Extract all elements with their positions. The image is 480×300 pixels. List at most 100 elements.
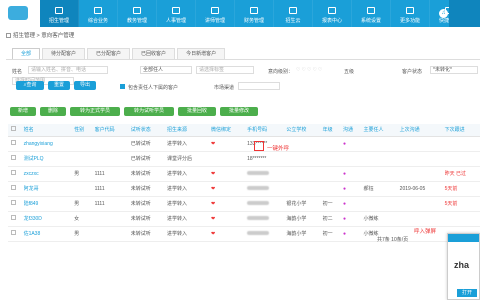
row-checkbox[interactable] — [11, 170, 16, 175]
cell-name[interactable]: zxczxc — [20, 166, 72, 182]
tab-2[interactable]: 已分配客户 — [87, 48, 131, 59]
nav-label: 讲师管理 — [204, 18, 225, 24]
owner-select[interactable]: 全部任人 — [140, 66, 192, 74]
cell-phone[interactable] — [244, 211, 284, 227]
row-checkbox[interactable] — [11, 230, 16, 235]
name-input[interactable]: 请输入姓名、拼音、电话 — [28, 66, 108, 74]
nav-label: 招生管理 — [48, 18, 69, 24]
col-header[interactable]: 性别 — [71, 124, 92, 137]
col-header[interactable]: 微信绑定 — [207, 124, 245, 137]
recycle-button[interactable]: 批量回收 — [178, 107, 216, 116]
col-header[interactable]: 年级 — [319, 124, 341, 137]
col-header[interactable]: 手机号码 — [244, 124, 284, 137]
cell-name[interactable]: 龙f330D — [20, 211, 72, 227]
to-trial-button[interactable]: 转为试听学员 — [124, 107, 174, 116]
nav-item-6[interactable]: 招生云 — [274, 0, 313, 27]
intent-hearts[interactable]: ♡♡♡♡♡ — [296, 67, 323, 73]
batch-edit-button[interactable]: 批量修改 — [220, 107, 258, 116]
cell-source: 进学转入 — [163, 196, 208, 212]
cell-code — [91, 151, 128, 167]
table-row[interactable]: zxczxc 男 1111 未转试听 进学转入 ❤ ● 昨天 已过 — [8, 166, 480, 182]
col-header[interactable]: 姓名 — [20, 124, 72, 137]
cell-phone[interactable] — [244, 226, 284, 242]
tab-bar: 全部 待分配客户 已分配客户 已回收客户 今日新增客户 — [12, 48, 227, 59]
cell-phone[interactable] — [244, 166, 284, 182]
cell-wechat: ❤ — [207, 181, 245, 197]
intent-label: 意向级别： — [268, 69, 294, 75]
incoming-call-popup[interactable]: zha 打开 — [447, 233, 480, 300]
cell-gender: 男 — [71, 196, 92, 212]
tab-0[interactable]: 全部 — [12, 48, 41, 59]
nav-item-0[interactable]: 招生管理 — [40, 0, 79, 27]
cell-name[interactable]: 阿龙哥 — [20, 181, 72, 197]
nav-label: 财务管理 — [243, 18, 264, 24]
cell-phone[interactable]: 18******* — [244, 151, 284, 167]
col-header[interactable]: 公立学校 — [283, 124, 320, 137]
table-row[interactable]: 测试PLQ 已转试听 课堂评分后 18******* — [8, 151, 480, 167]
to-formal-button[interactable]: 转为正式学员 — [70, 107, 120, 116]
col-header[interactable]: 下次跟进 — [441, 124, 480, 137]
tab-3[interactable]: 已回收客户 — [132, 48, 176, 59]
table-row[interactable]: zhangyixiang 已转试听 进学转入 ❤ 133****** ● — [8, 136, 480, 152]
customer-table: 姓名 性别 客户代码 试听状态 招生来源 微信绑定 手机号码 公立学校 年级 沟通 主要任人 上次沟通… — [8, 124, 480, 242]
nav-icon — [367, 7, 375, 14]
popup-open-button[interactable]: 打开 — [457, 289, 477, 297]
cell-next — [441, 136, 480, 152]
tab-4[interactable]: 今日新增客户 — [177, 48, 226, 59]
cell-grade — [319, 181, 341, 197]
col-header[interactable]: 沟通 — [340, 124, 361, 137]
nav-label: 综合业务 — [87, 18, 108, 24]
cell-name[interactable]: 佐1A38 — [20, 226, 72, 242]
tab-1[interactable]: 待分配客户 — [42, 48, 86, 59]
table-row[interactable]: 阿龙哥 1111 未转试听 进学转入 ❤ ● 郝钰 2019-06-05 5天前 — [8, 181, 480, 197]
row-checkbox[interactable] — [11, 215, 16, 220]
nav-item-1[interactable]: 综合业务 — [79, 0, 118, 27]
cell-name[interactable]: 测试PLQ — [20, 151, 72, 167]
table-row[interactable]: 陆f849 男 1111 未转试听 进学转入 ❤ 银花小学 初一 ● 5天前 — [8, 196, 480, 212]
cell-name[interactable]: 陆f849 — [20, 196, 72, 212]
delete-button[interactable]: 删除 — [40, 107, 66, 116]
row-checkbox[interactable] — [11, 185, 16, 190]
select-all-checkbox[interactable] — [11, 126, 16, 132]
nav-item-4[interactable]: 讲师管理 — [196, 0, 235, 27]
nav-item-9[interactable]: 更多功能 — [391, 0, 430, 27]
include-checkbox[interactable] — [120, 84, 125, 89]
nav-item-5[interactable]: 财务管理 — [235, 0, 274, 27]
cell-phone[interactable] — [244, 196, 284, 212]
col-header[interactable]: 客户代码 — [91, 124, 128, 137]
pager[interactable]: 共7条 10条/页 — [377, 236, 408, 243]
search-button[interactable]: ⌕查询 — [16, 81, 44, 90]
nav-item-8[interactable]: 系统设置 — [352, 0, 391, 27]
nav-item-2[interactable]: 教务管理 — [118, 0, 157, 27]
cell-name[interactable]: zhangyixiang — [20, 136, 72, 152]
row-checkbox[interactable] — [11, 155, 16, 160]
table-row[interactable]: 佐1A38 男未转试听 进学转入 ❤ 海韵小学 初一 ● 小微练 — [8, 226, 480, 242]
nav-item-3[interactable]: 人事管理 — [157, 0, 196, 27]
nav-item-7[interactable]: 报表中心 — [313, 0, 352, 27]
col-header[interactable]: 试听状态 — [127, 124, 164, 137]
nav-icon — [406, 7, 414, 14]
col-header[interactable]: 主要任人 — [360, 124, 397, 137]
top-navbar: 招生管理综合业务教务管理人事管理讲师管理财务管理招生云报表中心系统设置更多功能快… — [0, 0, 480, 27]
reset-button[interactable]: 重置 — [48, 81, 70, 90]
cell-phone[interactable] — [244, 181, 284, 197]
logo — [0, 0, 40, 27]
col-header[interactable] — [8, 124, 21, 137]
nav-label: 人事管理 — [165, 18, 186, 24]
market-select[interactable] — [238, 82, 280, 90]
status-select[interactable]: *未转化* — [430, 66, 478, 74]
col-header[interactable]: 招生来源 — [163, 124, 208, 137]
row-checkbox[interactable] — [11, 200, 16, 205]
col-header[interactable]: 上次沟通 — [396, 124, 442, 137]
table-row[interactable]: 龙f330D 女 未转试听 进学转入 ❤ 海韵小学 初二 ● 小微练 — [8, 211, 480, 227]
export-button[interactable]: 导出 — [74, 81, 96, 90]
home-icon[interactable] — [6, 33, 11, 38]
intent-extra[interactable]: 五级 — [344, 68, 354, 75]
user-avatar[interactable] — [449, 0, 480, 27]
bell-icon[interactable]: ♫ — [439, 9, 448, 18]
add-button[interactable]: 新增 — [10, 107, 36, 116]
cell-owner — [360, 151, 397, 167]
row-checkbox[interactable] — [11, 140, 16, 145]
cell-trial: 已转试听 — [127, 136, 164, 152]
tag-select[interactable]: 请选择标签 — [196, 66, 254, 74]
